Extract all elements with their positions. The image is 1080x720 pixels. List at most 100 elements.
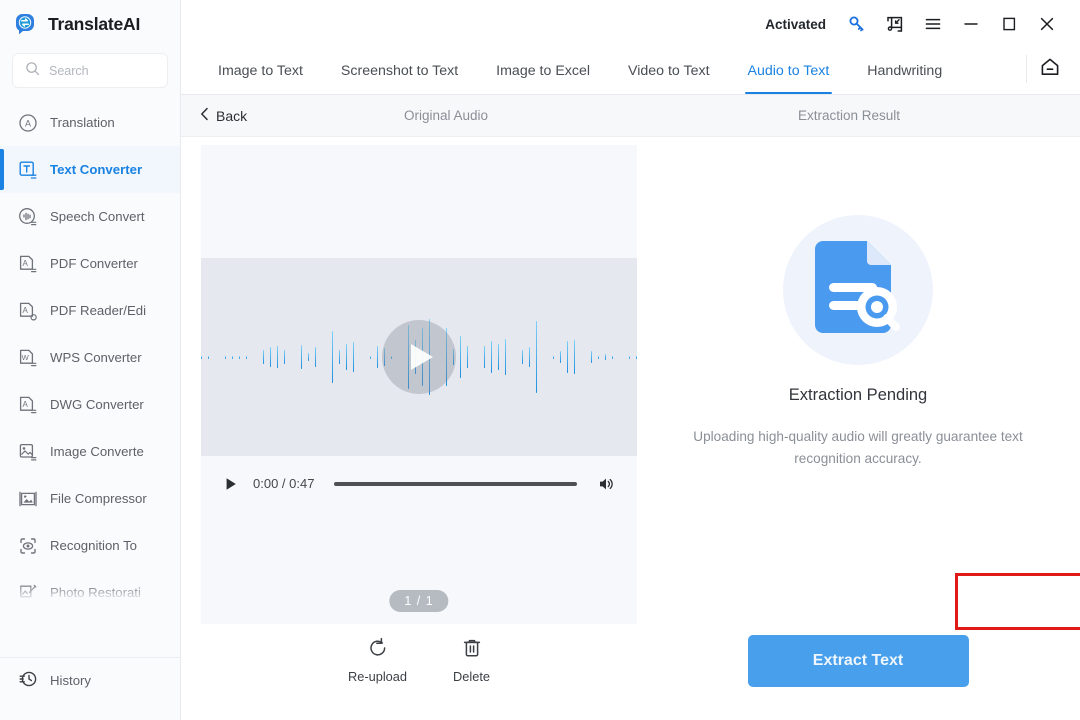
player-controls: 0:00 / 0:47 (201, 456, 637, 511)
tab-label: Video to Text (628, 62, 710, 79)
back-button[interactable]: Back (181, 107, 247, 124)
tab-label: Image to Excel (496, 62, 591, 79)
tabbar: Image to Text Screenshot to Text Image t… (181, 48, 1080, 95)
play-icon[interactable] (223, 476, 239, 492)
tab-screenshot-to-text[interactable]: Screenshot to Text (322, 47, 477, 94)
tab-label: Handwriting (867, 62, 943, 79)
content: 0:00 / 0:47 1 / 1 Re-upload Delete Extra… (181, 137, 1080, 720)
sidebar-item-image-converter[interactable]: Image Converte (0, 428, 180, 475)
delete-button[interactable]: Delete (453, 637, 490, 684)
text-converter-icon (17, 159, 39, 181)
page-indicator: 1 / 1 (389, 590, 449, 612)
sidebar-item-recognition-to[interactable]: Recognition To (0, 522, 180, 569)
sidebar-item-label: Translation (50, 115, 115, 130)
search-input[interactable]: Search (12, 53, 168, 88)
maximize-icon[interactable] (990, 7, 1028, 41)
original-audio-label: Original Audio (404, 108, 489, 123)
tab-label: Image to Text (218, 62, 303, 79)
sidebar-item-label: Image Converte (50, 444, 144, 459)
audio-actions: Re-upload Delete (201, 637, 637, 684)
tab-label: Screenshot to Text (340, 62, 459, 79)
titlebar: Activated (181, 0, 1080, 48)
shrink-window-icon[interactable] (876, 7, 914, 41)
play-overlay-button[interactable] (382, 320, 456, 394)
result-empty-state: Extraction Pending Uploading high-qualit… (636, 215, 1080, 470)
sidebar-item-label: Text Converter (50, 162, 143, 177)
document-search-illustration (783, 215, 933, 365)
play-overlay-icon (411, 344, 433, 370)
translate-logo-icon (13, 11, 39, 37)
sidebar-item-file-compressor[interactable]: File Compressor (0, 475, 180, 522)
chevron-left-icon (199, 107, 210, 124)
sidebar-item-wps-converter[interactable]: W WPS Converter (0, 334, 180, 381)
dwg-converter-icon: A (17, 394, 39, 416)
sidebar-item-label: Recognition To (50, 538, 137, 553)
sidebar-item-label: File Compressor (50, 491, 147, 506)
sidebar: TranslateAI Search A Translation Text Co… (0, 0, 181, 720)
volume-icon[interactable] (597, 475, 615, 493)
svg-text:A: A (23, 259, 29, 268)
audio-card: 0:00 / 0:47 1 / 1 (201, 145, 637, 624)
sidebar-item-label: PDF Reader/Edi (50, 303, 147, 318)
home-icon (1039, 56, 1061, 83)
hamburger-menu-icon[interactable] (914, 7, 952, 41)
waveform-region[interactable] (201, 258, 637, 456)
action-label: Re-upload (347, 669, 408, 684)
svg-text:W: W (22, 353, 30, 362)
svg-text:A: A (25, 118, 31, 128)
back-label: Back (216, 107, 248, 124)
minimize-icon[interactable] (952, 7, 990, 41)
sidebar-item-speech-convert[interactable]: Speech Convert (0, 193, 180, 240)
re-upload-button[interactable]: Re-upload (348, 637, 407, 684)
extract-text-button[interactable]: Extract Text (747, 635, 969, 687)
tab-list: Image to Text Screenshot to Text Image t… (181, 47, 1021, 94)
nav-fade (0, 582, 180, 608)
svg-text:A: A (23, 306, 29, 315)
home-button[interactable] (1026, 49, 1070, 89)
pdf-reader-icon: A (17, 300, 39, 322)
progress-slider[interactable] (334, 481, 577, 486)
wps-converter-icon: W (17, 347, 39, 369)
sidebar-item-pdf-converter[interactable]: A PDF Converter (0, 240, 180, 287)
subbar: Back Original Audio Extraction Result (181, 95, 1080, 137)
tab-image-to-excel[interactable]: Image to Excel (477, 47, 609, 94)
sidebar-item-label: DWG Converter (50, 397, 144, 412)
sidebar-item-pdf-reader-editor[interactable]: A PDF Reader/Edi (0, 287, 180, 334)
application-window: TranslateAI Search A Translation Text Co… (0, 0, 1080, 720)
main-area: Activated Image to Text Screenshot to Te… (181, 0, 1080, 720)
original-audio-pane: 0:00 / 0:47 1 / 1 Re-upload Delete (181, 137, 637, 720)
close-icon[interactable] (1028, 7, 1066, 41)
sidebar-item-dwg-converter[interactable]: A DWG Converter (0, 381, 180, 428)
sidebar-item-label: Speech Convert (50, 209, 145, 224)
translation-icon: A (17, 112, 39, 134)
tab-video-to-text[interactable]: Video to Text (609, 47, 729, 94)
svg-text:A: A (23, 400, 29, 409)
tab-audio-to-text[interactable]: Audio to Text (729, 47, 849, 94)
activated-label: Activated (765, 16, 826, 32)
sidebar-nav: A Translation Text Converter Speech Conv… (0, 88, 180, 608)
sidebar-item-label: PDF Converter (50, 256, 138, 271)
search-placeholder: Search (49, 63, 89, 78)
sidebar-item-history[interactable]: History (0, 659, 180, 701)
trash-icon (461, 637, 483, 662)
tab-label: Audio to Text (747, 62, 830, 79)
brand-name: TranslateAI (48, 13, 141, 34)
extraction-result-pane: Extraction Pending Uploading high-qualit… (636, 137, 1080, 720)
action-label: Delete (453, 669, 491, 684)
time-display: 0:00 / 0:47 (253, 476, 315, 491)
tab-image-to-text[interactable]: Image to Text (199, 47, 322, 94)
search-icon (25, 61, 40, 81)
tab-handwriting[interactable]: Handwriting (848, 47, 961, 94)
result-description: Uploading high-quality audio will greatl… (693, 429, 1023, 467)
sidebar-item-label: History (50, 672, 92, 688)
reupload-icon (367, 637, 389, 662)
recognition-icon (17, 535, 39, 557)
sidebar-nav-list: A Translation Text Converter Speech Conv… (0, 99, 180, 608)
speech-convert-icon (17, 206, 39, 228)
sidebar-item-text-converter[interactable]: Text Converter (0, 146, 180, 193)
key-icon[interactable] (838, 7, 876, 41)
history-icon (17, 668, 39, 693)
brand: TranslateAI (0, 0, 180, 48)
sidebar-item-translation[interactable]: A Translation (0, 99, 180, 146)
extraction-result-label: Extraction Result (798, 108, 901, 123)
